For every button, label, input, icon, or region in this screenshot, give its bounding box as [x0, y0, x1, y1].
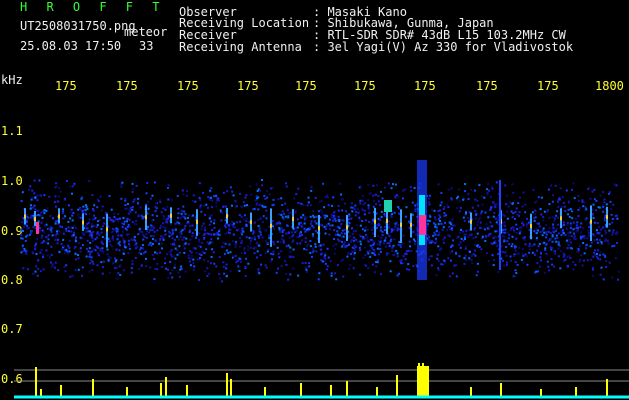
spectrogram	[14, 160, 629, 399]
echo-histogram	[35, 363, 608, 397]
